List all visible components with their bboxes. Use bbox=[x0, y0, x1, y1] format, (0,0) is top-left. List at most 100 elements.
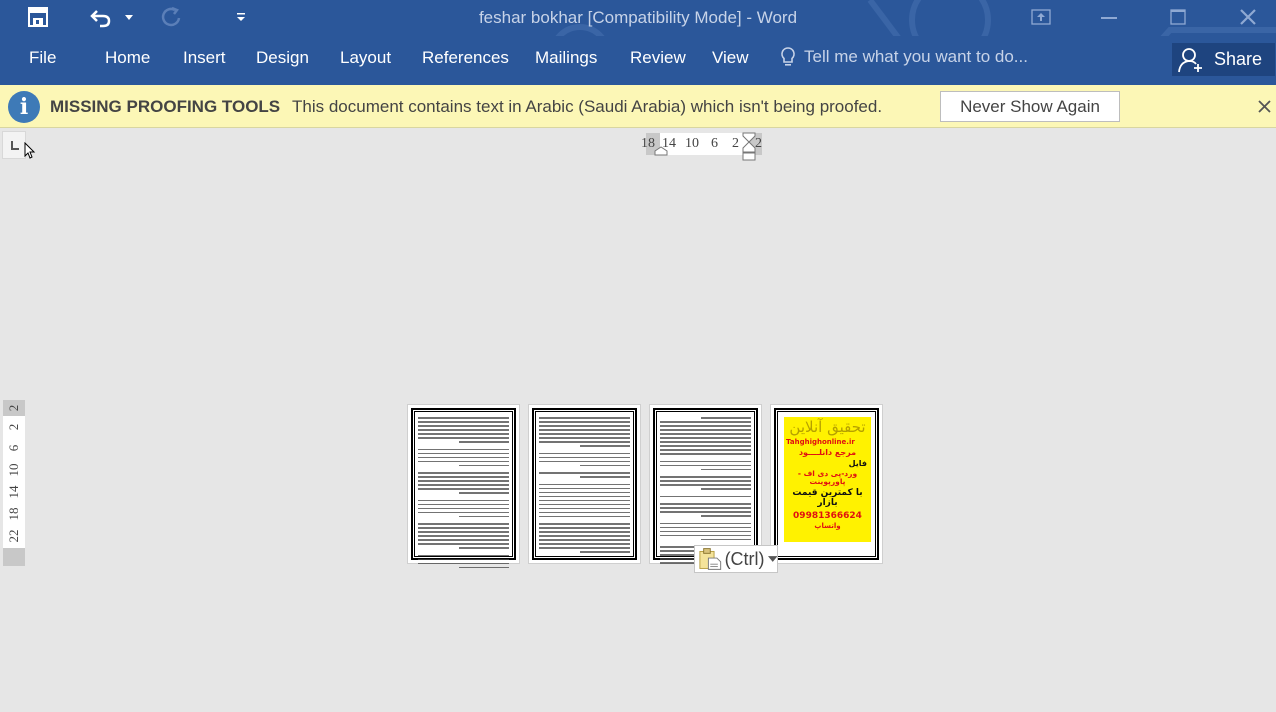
text-line bbox=[418, 554, 509, 556]
tab-design[interactable]: Design bbox=[256, 48, 309, 68]
share-label: Share bbox=[1214, 49, 1263, 69]
text-line bbox=[418, 499, 509, 501]
minimize-button[interactable] bbox=[1086, 0, 1132, 34]
text-line bbox=[660, 429, 751, 431]
text-line bbox=[418, 456, 509, 458]
text-line bbox=[458, 441, 509, 443]
info-icon: i bbox=[8, 91, 40, 123]
text-line bbox=[539, 483, 630, 485]
ruler-tick: 2 bbox=[6, 423, 21, 431]
text-line bbox=[660, 476, 751, 478]
message-title: MISSING PROOFING TOOLS bbox=[50, 97, 281, 116]
horizontal-ruler[interactable]: 18 14 10 6 2 2 bbox=[640, 132, 764, 161]
text-line bbox=[418, 511, 509, 513]
text-line bbox=[539, 511, 630, 513]
text-line bbox=[418, 433, 509, 435]
clipboard-icon bbox=[699, 548, 722, 570]
paste-options-button[interactable]: (Ctrl) bbox=[694, 545, 778, 573]
text-line bbox=[539, 527, 630, 529]
title-bar: feshar bokhar [Compatibility Mode] - Wor… bbox=[0, 0, 1276, 85]
text-line bbox=[539, 452, 630, 454]
tab-home[interactable]: Home bbox=[105, 48, 150, 68]
ad-heading: تحقیق آنلاین bbox=[789, 418, 866, 436]
chevron-down-icon bbox=[767, 556, 777, 562]
ad-line2: فایل bbox=[848, 458, 867, 468]
text-line bbox=[700, 468, 751, 470]
share-button[interactable]: Share bbox=[1172, 43, 1275, 76]
text-line bbox=[539, 433, 630, 435]
tell-me-search[interactable]: Tell me what you want to do... bbox=[778, 46, 1028, 68]
tab-file[interactable]: File bbox=[29, 48, 56, 68]
document-page-1[interactable] bbox=[407, 404, 520, 568]
advertisement-banner: تحقیق آنلاین Tahghighonline.ir مرجع دانل… bbox=[784, 417, 871, 542]
text-line bbox=[418, 503, 509, 505]
close-window-button[interactable] bbox=[1225, 0, 1271, 34]
ruler-tick: 2 bbox=[6, 404, 21, 412]
tab-references[interactable]: References bbox=[422, 48, 509, 68]
text-line bbox=[458, 464, 509, 466]
text-line bbox=[418, 448, 509, 450]
tab-review[interactable]: Review bbox=[630, 48, 686, 68]
ad-contact: 09981366624 واتساپ bbox=[784, 511, 871, 532]
tell-me-placeholder: Tell me what you want to do... bbox=[804, 47, 1028, 66]
text-line bbox=[418, 460, 509, 462]
text-line bbox=[418, 507, 509, 509]
text-line bbox=[539, 547, 630, 549]
tab-stop-selector[interactable] bbox=[2, 131, 26, 159]
vertical-ruler[interactable]: 2 2 6 10 14 18 22 bbox=[3, 400, 25, 566]
text-line bbox=[579, 476, 630, 478]
text-line bbox=[539, 456, 630, 458]
tab-mailings[interactable]: Mailings bbox=[535, 48, 597, 68]
text-line bbox=[539, 503, 630, 505]
close-icon bbox=[1257, 99, 1271, 113]
document-page-2[interactable] bbox=[528, 404, 641, 564]
ruler-tick: 18 bbox=[6, 507, 21, 521]
message-bar: i MISSING PROOFING TOOLS This document c… bbox=[0, 85, 1276, 128]
page-text-block bbox=[418, 417, 509, 571]
ad-phone-suffix: واتساپ bbox=[814, 521, 841, 530]
text-line bbox=[539, 499, 630, 501]
tab-insert[interactable]: Insert bbox=[183, 48, 226, 68]
paste-options-label: (Ctrl) bbox=[724, 548, 765, 569]
document-page-4[interactable]: تحقیق آنلاین Tahghighonline.ir مرجع دانل… bbox=[770, 404, 883, 564]
ruler-tick: 6 bbox=[6, 444, 21, 452]
text-line bbox=[539, 535, 630, 537]
text-line bbox=[660, 507, 751, 509]
text-line bbox=[579, 464, 630, 466]
text-line bbox=[458, 566, 509, 568]
document-page-3[interactable] bbox=[649, 404, 762, 564]
text-line bbox=[458, 515, 509, 517]
ruler-tick: 18 bbox=[641, 136, 655, 151]
right-indent-marker[interactable] bbox=[742, 132, 756, 162]
text-line bbox=[700, 488, 751, 490]
message-text: This document contains text in Arabic (S… bbox=[292, 97, 883, 116]
ad-line1: مرجع دانلــــود bbox=[798, 448, 857, 458]
tab-layout[interactable]: Layout bbox=[340, 48, 391, 68]
left-indent-marker[interactable] bbox=[654, 146, 668, 156]
maximize-button[interactable] bbox=[1155, 0, 1201, 34]
text-line bbox=[539, 539, 630, 541]
text-line bbox=[660, 421, 751, 423]
lightbulb-icon bbox=[781, 47, 795, 66]
minimize-icon bbox=[1101, 17, 1117, 19]
text-line bbox=[418, 562, 509, 564]
ad-phone: 09981366624 bbox=[793, 511, 862, 522]
text-line bbox=[700, 515, 751, 517]
text-line bbox=[418, 539, 509, 541]
text-line bbox=[660, 530, 751, 532]
ruler-tick: 22 bbox=[6, 529, 21, 543]
text-line bbox=[418, 476, 509, 478]
page-text-block bbox=[660, 417, 751, 566]
never-show-again-button[interactable]: Never Show Again bbox=[940, 91, 1120, 122]
ruler-tick: 6 bbox=[711, 136, 718, 151]
ruler-margin-bottom bbox=[3, 548, 25, 566]
text-line bbox=[539, 531, 630, 533]
text-line bbox=[539, 460, 630, 462]
tab-view[interactable]: View bbox=[712, 48, 749, 68]
ruler-tick: 10 bbox=[685, 136, 699, 151]
ribbon-display-options-button[interactable] bbox=[1018, 0, 1064, 34]
close-message-bar-button[interactable] bbox=[1254, 95, 1274, 117]
ruler-tick: 14 bbox=[6, 485, 21, 499]
text-line bbox=[418, 417, 509, 419]
text-line bbox=[660, 526, 751, 528]
